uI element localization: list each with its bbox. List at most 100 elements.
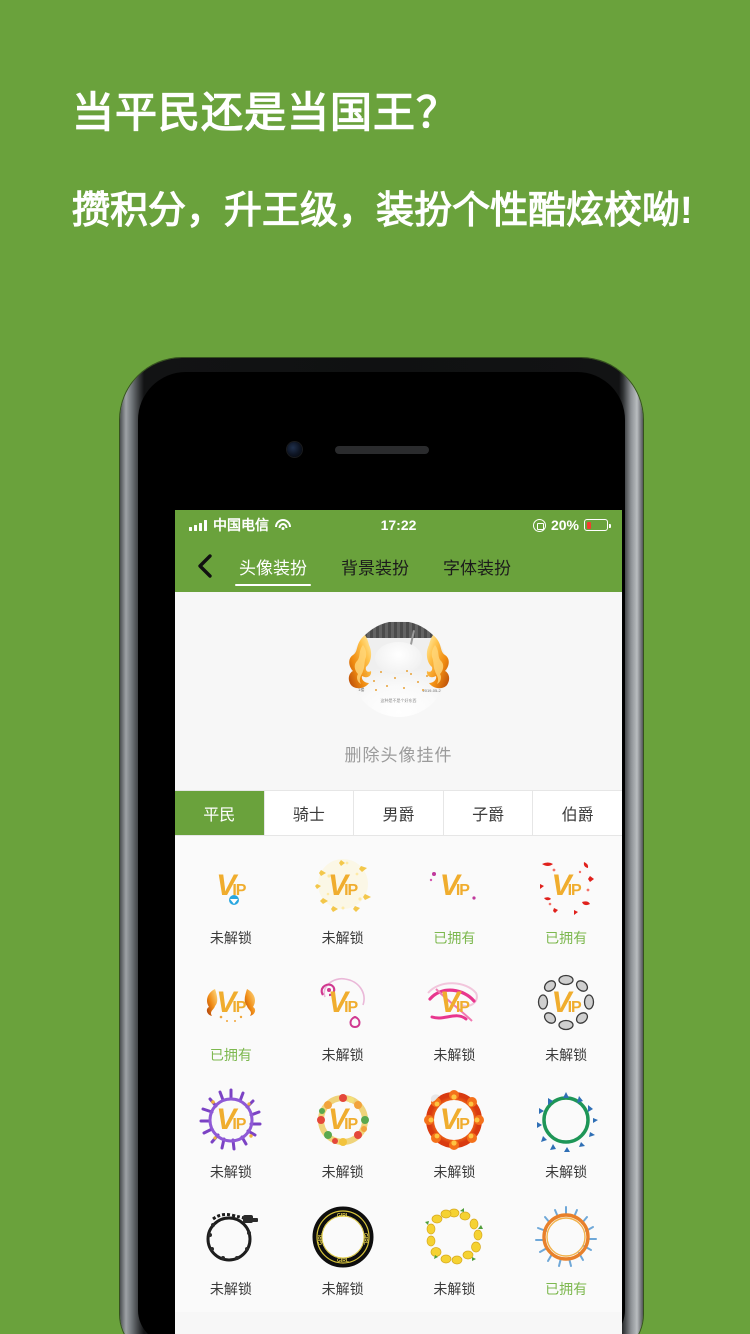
tab-font-decoration[interactable]: 字体装扮 (439, 540, 515, 592)
rank-tab-baron[interactable]: 男爵 (354, 791, 444, 835)
vip-gold-sparkle-thumb: V IP (311, 854, 375, 918)
vip-stone-ring-thumb: V IP (534, 971, 598, 1035)
battery-icon (584, 519, 611, 531)
decoration-item[interactable]: 未解锁 (399, 1193, 511, 1310)
app-screen: 中国电信 17:22 20% 头像装扮 背景装扮 字体装扮 1楼 2019-05… (175, 510, 622, 1334)
remove-avatar-decoration-label[interactable]: 删除头像挂件 (345, 741, 453, 766)
navigation-bar: 头像装扮 背景装扮 字体装扮 (175, 540, 622, 592)
vip-logo-icon: V IP (439, 1102, 470, 1136)
svg-text:GIRL: GIRL (318, 1233, 324, 1245)
status-bar: 中国电信 17:22 20% (175, 510, 622, 540)
decoration-item[interactable]: V IP 未解锁 (175, 842, 287, 959)
rotation-lock-icon (532, 518, 546, 532)
vip-logo-icon: V IP (216, 985, 246, 1019)
phone-screen-bezel: 中国电信 17:22 20% 头像装扮 背景装扮 字体装扮 1楼 2019-05… (138, 372, 625, 1334)
decoration-item[interactable]: 已拥有 (510, 1193, 622, 1310)
vip-logo-icon: V IP (328, 1102, 358, 1136)
avatar-preview-section: 1楼 2019-05-2 这种是不是个好东西 删除头像挂件 (175, 592, 622, 790)
avatar-with-frame: 1楼 2019-05-2 这种是不是个好东西 (345, 617, 453, 721)
battery-percent-label: 20% (550, 517, 579, 533)
item-status-label: 未解锁 (321, 1280, 364, 1297)
decoration-item[interactable]: V IP 未解锁 (175, 1076, 287, 1193)
earpiece-speaker (334, 446, 429, 454)
back-chevron-icon[interactable] (185, 546, 225, 586)
decoration-item[interactable]: V IP 未解锁 (399, 959, 511, 1076)
decoration-item[interactable]: 未解锁 (510, 1076, 622, 1193)
decoration-item[interactable]: V IP 未解锁 (287, 842, 399, 959)
flame-sparks (363, 669, 435, 695)
vip-flame-wings-thumb: V IP (199, 971, 263, 1035)
item-status-label: 未解锁 (545, 1163, 588, 1180)
item-status-label: 未解锁 (545, 1046, 588, 1063)
front-camera-icon (286, 442, 302, 457)
vip-logo-icon: V IP (439, 985, 470, 1019)
item-status-label: 未解锁 (321, 1163, 364, 1180)
decoration-grid: V IP 未解锁 V IP 未解锁 V IP 已拥有 V IP 已拥有 V IP… (175, 836, 622, 1312)
decoration-item[interactable]: 未解锁 (175, 1193, 287, 1310)
vip-logo-icon: V IP (551, 868, 582, 902)
svg-text:GIRL: GIRL (362, 1233, 368, 1245)
item-status-label: 未解锁 (209, 1280, 252, 1297)
item-status-label: 未解锁 (321, 929, 364, 946)
decoration-item[interactable]: GIRL GIRL GIRL GIRL 未解锁 (287, 1193, 399, 1310)
promo-banner: 当平民还是当国王？ 攒积分，升王级，装扮个性酷炫校呦! (72, 88, 712, 241)
status-bar-left: 中国电信 (189, 515, 291, 535)
green-blue-ring-decoration-icon (537, 1091, 599, 1152)
item-status-label: 已拥有 (545, 1280, 588, 1297)
rank-tab-commoner[interactable]: 平民 (175, 791, 265, 835)
status-bar-clock: 17:22 (380, 517, 417, 533)
text-ring-decoration-icon: GIRL GIRL GIRL GIRL (312, 1206, 374, 1267)
decoration-item[interactable]: V IP 未解锁 (287, 1076, 399, 1193)
vip-logo-icon: V IP (439, 868, 470, 902)
orange-spike-ring-thumb (534, 1205, 598, 1269)
tab-background-decoration[interactable]: 背景装扮 (337, 540, 413, 592)
orange-spike-ring-decoration-icon (535, 1205, 598, 1267)
vip-logo-icon: V IP (216, 1102, 246, 1136)
vip-logo-icon: V IP (328, 985, 358, 1019)
rank-tab-knight[interactable]: 骑士 (264, 791, 355, 835)
item-status-label: 已拥有 (545, 929, 588, 946)
vip-pink-dots-thumb: V IP (422, 854, 486, 918)
item-status-label: 未解锁 (433, 1046, 476, 1063)
vip-pink-swirl-thumb: V IP (311, 971, 375, 1035)
decoration-item[interactable]: V IP 已拥有 (510, 842, 622, 959)
vip-logo-icon: V IP (216, 868, 246, 902)
yellow-bead-ring-thumb (422, 1205, 486, 1269)
vip-fire-ring-thumb: V IP (422, 1088, 486, 1152)
vip-red-petals-thumb: V IP (534, 854, 598, 918)
black-chain-ring-thumb (199, 1205, 263, 1269)
avatar-photo-text-bottom: 这种是不是个好东西 (380, 698, 417, 704)
vip-logo-icon: V IP (551, 985, 582, 1019)
vip-plain-thumb: V IP (199, 854, 263, 918)
promo-title: 当平民还是当国王？ (72, 89, 460, 136)
carrier-label: 中国电信 (213, 517, 269, 533)
vip-veggie-ring-thumb: V IP (311, 1088, 375, 1152)
decoration-item[interactable]: V IP 未解锁 (510, 959, 622, 1076)
item-status-label: 未解锁 (433, 1163, 476, 1180)
green-blue-ring-thumb (534, 1088, 599, 1152)
item-status-label: 已拥有 (433, 929, 476, 946)
yellow-bead-ring-decoration-icon (425, 1207, 484, 1264)
tab-avatar-decoration[interactable]: 头像装扮 (235, 540, 311, 592)
wifi-icon (275, 519, 291, 531)
vip-purple-ring-thumb: V IP (199, 1088, 263, 1152)
rank-tab-viscount[interactable]: 子爵 (443, 791, 534, 835)
phone-mockup: 中国电信 17:22 20% 头像装扮 背景装扮 字体装扮 1楼 2019-05… (120, 358, 643, 1334)
vip-magenta-ribbon-thumb: V IP (422, 971, 486, 1035)
decoration-item[interactable]: V IP 已拥有 (399, 842, 511, 959)
rank-tab-earl[interactable]: 伯爵 (533, 791, 622, 835)
item-status-label: 已拥有 (209, 1046, 252, 1063)
item-status-label: 未解锁 (209, 1163, 252, 1180)
decoration-item[interactable]: V IP 已拥有 (175, 959, 287, 1076)
text-ring-thumb: GIRL GIRL GIRL GIRL (311, 1205, 375, 1269)
back-chevron-glyph (198, 554, 212, 578)
svg-text:GIRL: GIRL (337, 1213, 349, 1219)
vip-logo-icon: V IP (328, 868, 358, 902)
item-status-label: 未解锁 (433, 1280, 476, 1297)
decoration-item[interactable]: V IP 未解锁 (287, 959, 399, 1076)
decoration-item[interactable]: V IP 未解锁 (399, 1076, 511, 1193)
black-chain-ring-decoration-icon (206, 1212, 258, 1261)
item-status-label: 未解锁 (321, 1046, 364, 1063)
item-status-label: 未解锁 (209, 929, 252, 946)
signal-bars-icon (189, 519, 207, 531)
